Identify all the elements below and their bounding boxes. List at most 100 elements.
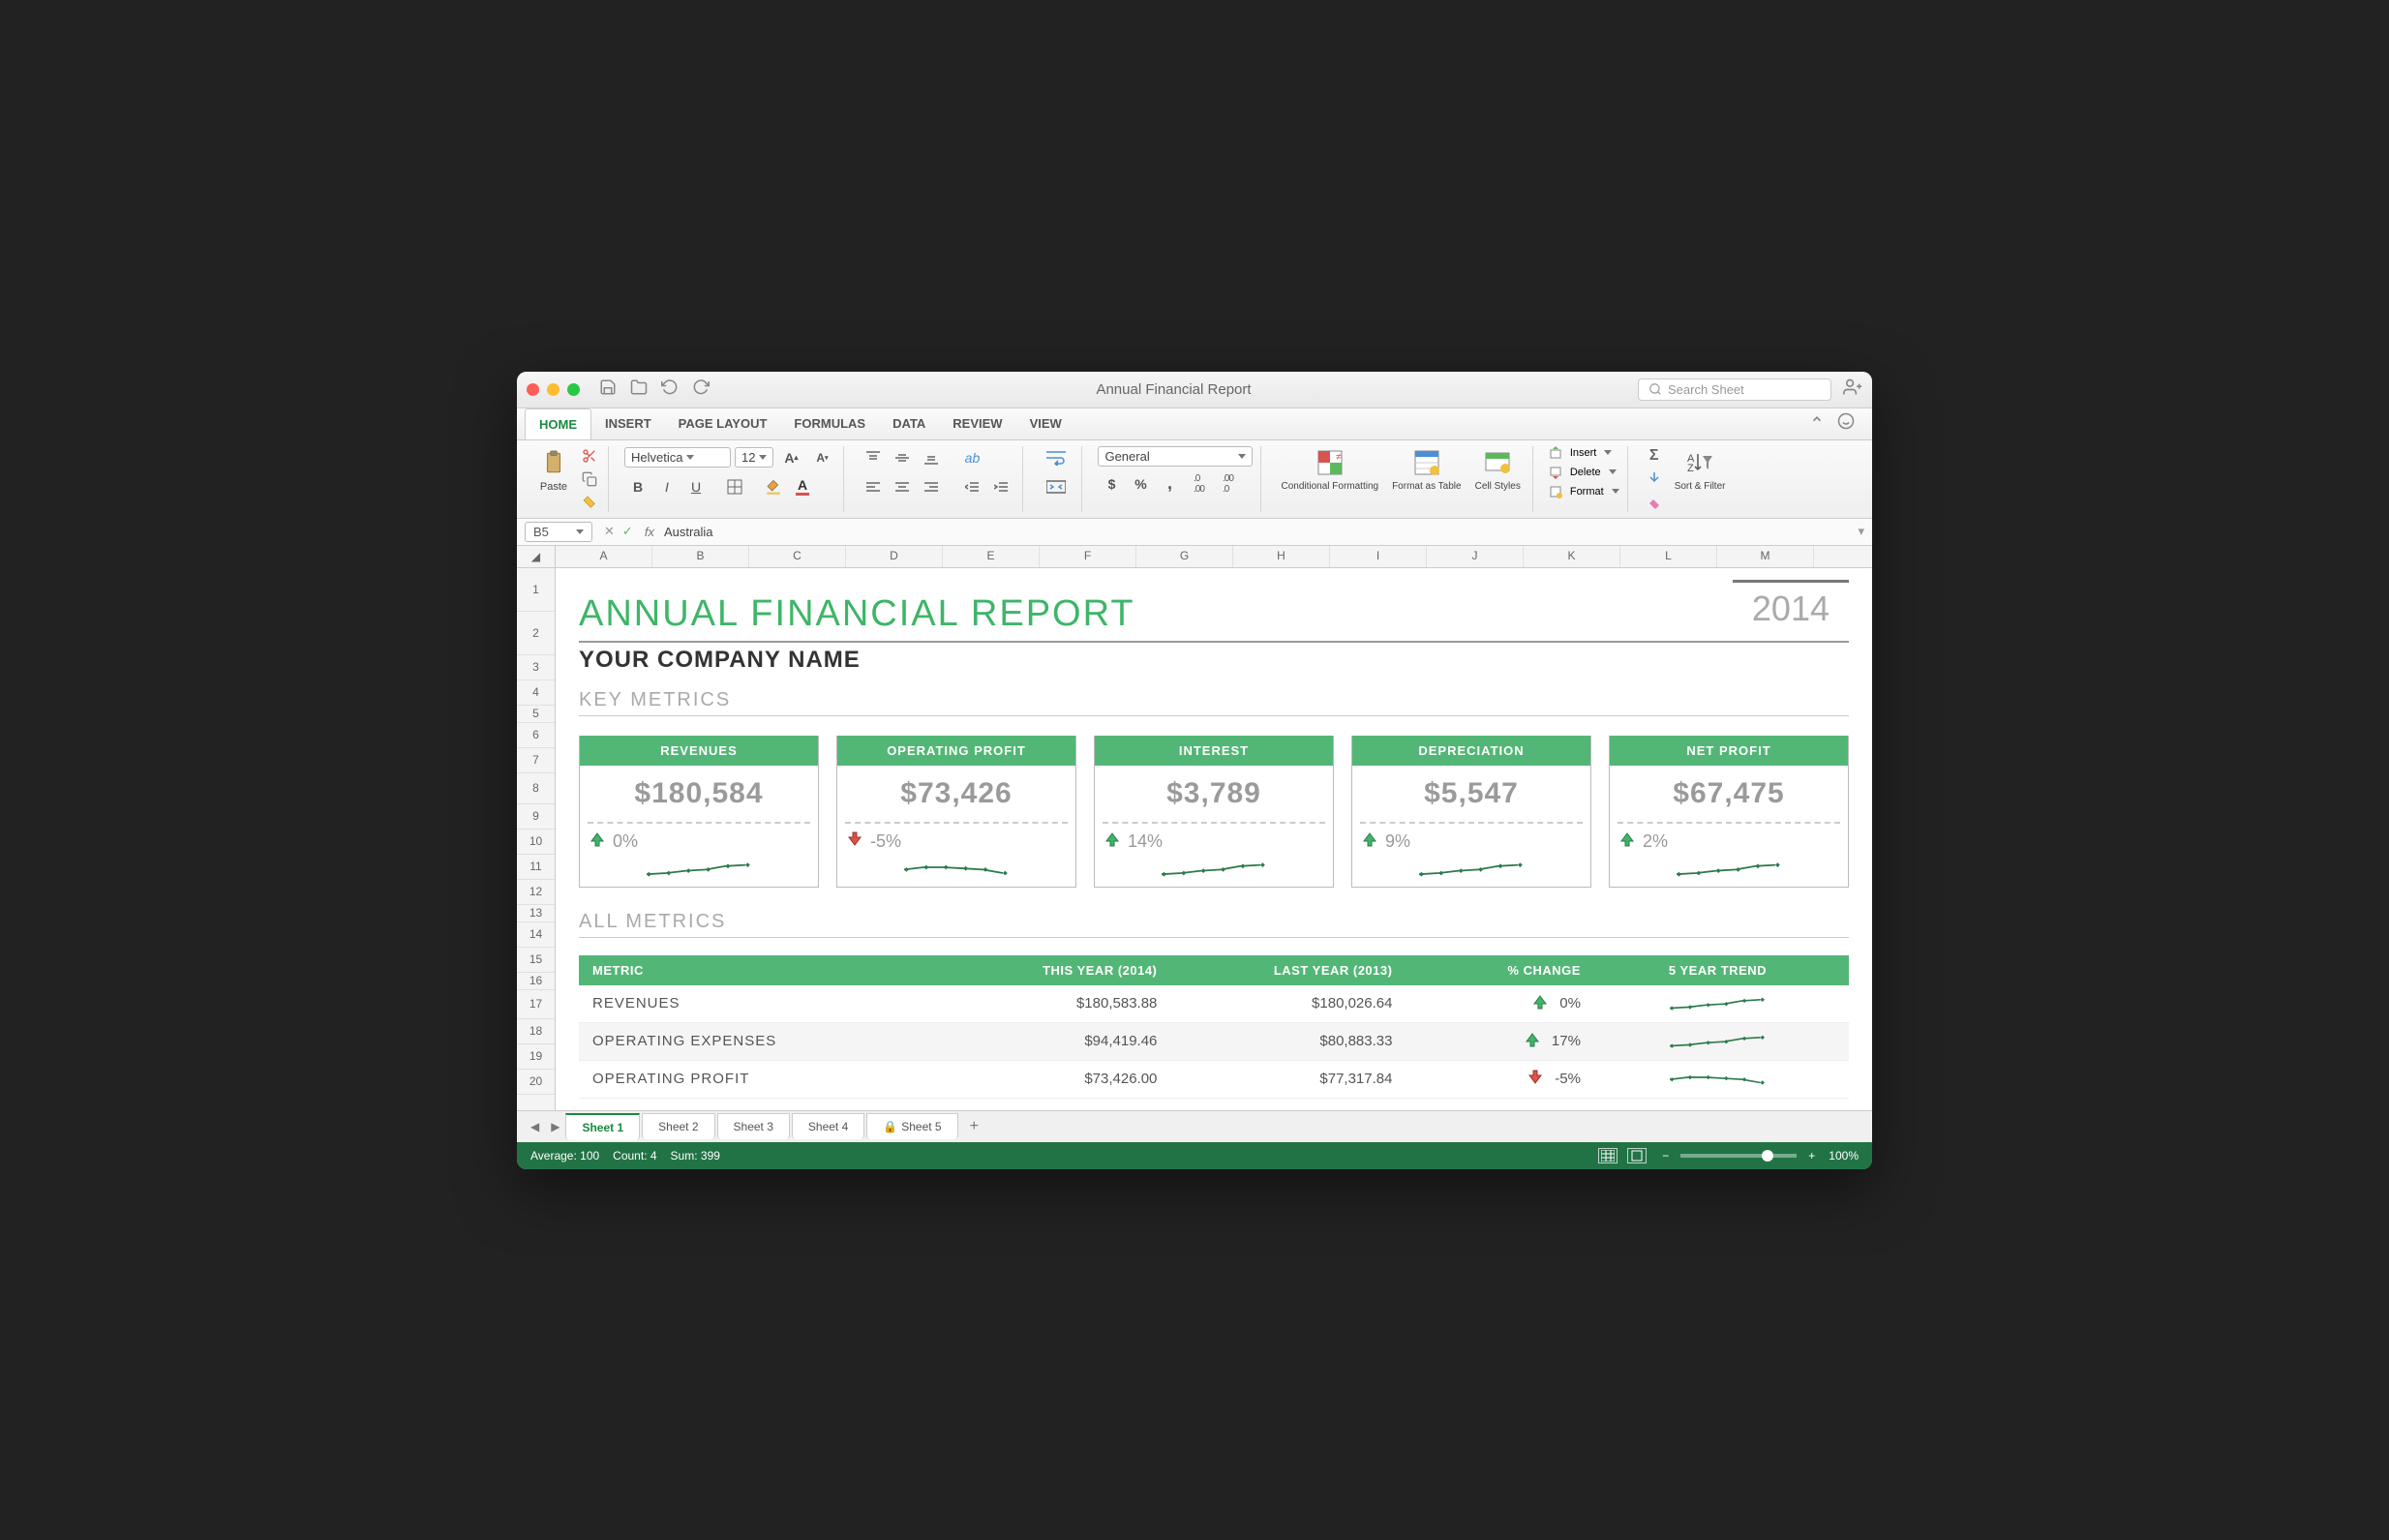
row-header[interactable]: 6 [517,723,555,748]
tab-data[interactable]: DATA [879,408,939,438]
name-box[interactable]: B5 [525,522,592,542]
autosum-icon[interactable]: Σ [1644,446,1665,466]
sheet-tab[interactable]: Sheet 4 [792,1113,864,1139]
row-header[interactable]: 3 [517,655,555,680]
row-header[interactable]: 9 [517,804,555,830]
orientation-icon[interactable]: ab [958,446,985,469]
row-header[interactable]: 5 [517,706,555,723]
zoom-out-button[interactable]: − [1662,1149,1669,1163]
font-color-button[interactable]: A [789,475,816,498]
formula-input[interactable]: Australia [664,525,1859,539]
confirm-formula-icon[interactable]: ✓ [622,524,633,539]
search-sheet-input[interactable]: Search Sheet [1638,378,1831,401]
collapse-ribbon-icon[interactable] [1810,412,1824,435]
col-header[interactable]: L [1620,546,1717,567]
increase-decimal-icon[interactable]: .0.00 [1185,472,1212,496]
tab-formulas[interactable]: FORMULAS [780,408,879,438]
borders-button[interactable] [721,475,748,498]
row-header[interactable]: 14 [517,922,555,948]
delete-cells-button[interactable]: Delete [1549,466,1617,479]
zoom-slider[interactable] [1680,1154,1797,1158]
conditional-formatting-button[interactable]: ≠ Conditional Formatting [1277,446,1382,494]
col-header[interactable]: G [1136,546,1233,567]
sheet-tab[interactable]: Sheet 2 [642,1113,714,1139]
sort-filter-button[interactable]: AZ Sort & Filter [1671,446,1730,494]
bold-button[interactable]: B [624,475,651,498]
row-header[interactable]: 15 [517,948,555,973]
page-layout-view-icon[interactable] [1627,1148,1647,1163]
expand-formula-icon[interactable]: ▾ [1858,524,1864,539]
underline-button[interactable]: U [682,475,710,498]
align-top-icon[interactable] [860,446,887,469]
decrease-decimal-icon[interactable]: .00.0 [1214,472,1241,496]
sheet-nav-prev[interactable]: ◀ [525,1116,545,1137]
align-bottom-icon[interactable] [918,446,945,469]
paste-button[interactable]: Paste [534,446,573,495]
col-header[interactable]: K [1524,546,1620,567]
fx-icon[interactable]: fx [645,525,654,539]
decrease-indent-icon[interactable] [958,475,985,498]
smiley-feedback-icon[interactable] [1837,412,1855,435]
copy-icon[interactable] [579,469,600,489]
col-header[interactable]: D [846,546,943,567]
sheet-tab[interactable]: Sheet 1 [565,1113,640,1140]
percent-icon[interactable]: % [1127,472,1154,496]
row-header[interactable]: 13 [517,905,555,922]
fill-color-button[interactable] [760,475,787,498]
row-header[interactable]: 4 [517,680,555,706]
col-header[interactable]: I [1330,546,1427,567]
cut-icon[interactable] [579,446,600,466]
col-header[interactable]: C [749,546,846,567]
align-middle-icon[interactable] [889,446,916,469]
format-cells-button[interactable]: Format [1549,485,1619,498]
row-header[interactable]: 7 [517,748,555,773]
format-painter-icon[interactable] [579,493,600,512]
row-header[interactable]: 17 [517,990,555,1019]
share-icon[interactable] [1843,377,1862,402]
align-center-icon[interactable] [889,475,916,498]
close-window-button[interactable] [527,383,539,396]
sheet-tab[interactable]: Sheet 3 [717,1113,790,1139]
col-header[interactable]: J [1427,546,1524,567]
select-all-corner[interactable]: ◢ [517,546,556,567]
undo-icon[interactable] [661,378,679,401]
row-header[interactable]: 20 [517,1070,555,1095]
fill-icon[interactable] [1644,469,1665,489]
col-header[interactable]: E [943,546,1040,567]
zoom-window-button[interactable] [567,383,580,396]
tab-home[interactable]: HOME [525,408,591,439]
col-header[interactable]: A [556,546,652,567]
decrease-font-icon[interactable]: A▾ [808,446,835,469]
minimize-window-button[interactable] [547,383,559,396]
row-header[interactable]: 19 [517,1044,555,1070]
redo-icon[interactable] [692,378,710,401]
sheet-tab[interactable]: 🔒Sheet 5 [866,1113,957,1139]
currency-icon[interactable]: $ [1098,472,1125,496]
row-header[interactable]: 2 [517,612,555,655]
clear-icon[interactable] [1644,493,1665,512]
row-header[interactable]: 11 [517,855,555,880]
zoom-in-button[interactable]: + [1808,1149,1815,1163]
italic-button[interactable]: I [653,475,680,498]
cancel-formula-icon[interactable]: ✕ [604,524,615,539]
grid-content[interactable]: ANNUAL FINANCIAL REPORT 2014 YOUR COMPAN… [556,568,1872,1110]
row-header[interactable]: 8 [517,773,555,804]
row-header[interactable]: 1 [517,568,555,612]
row-header[interactable]: 16 [517,973,555,990]
number-format-select[interactable]: General [1098,446,1253,467]
row-header[interactable]: 12 [517,880,555,905]
col-header[interactable]: H [1233,546,1330,567]
save-icon[interactable] [599,378,617,401]
tab-review[interactable]: REVIEW [939,408,1015,438]
row-header[interactable]: 10 [517,830,555,855]
insert-cells-button[interactable]: Insert [1549,446,1613,460]
col-header[interactable]: M [1717,546,1814,567]
open-icon[interactable] [630,378,648,401]
col-header[interactable]: B [652,546,749,567]
increase-indent-icon[interactable] [987,475,1014,498]
comma-icon[interactable]: , [1156,472,1183,496]
font-name-select[interactable]: Helvetica [624,447,731,468]
tab-page-layout[interactable]: PAGE LAYOUT [665,408,781,438]
format-as-table-button[interactable]: Format as Table [1388,446,1466,494]
wrap-text-icon[interactable] [1039,446,1074,469]
